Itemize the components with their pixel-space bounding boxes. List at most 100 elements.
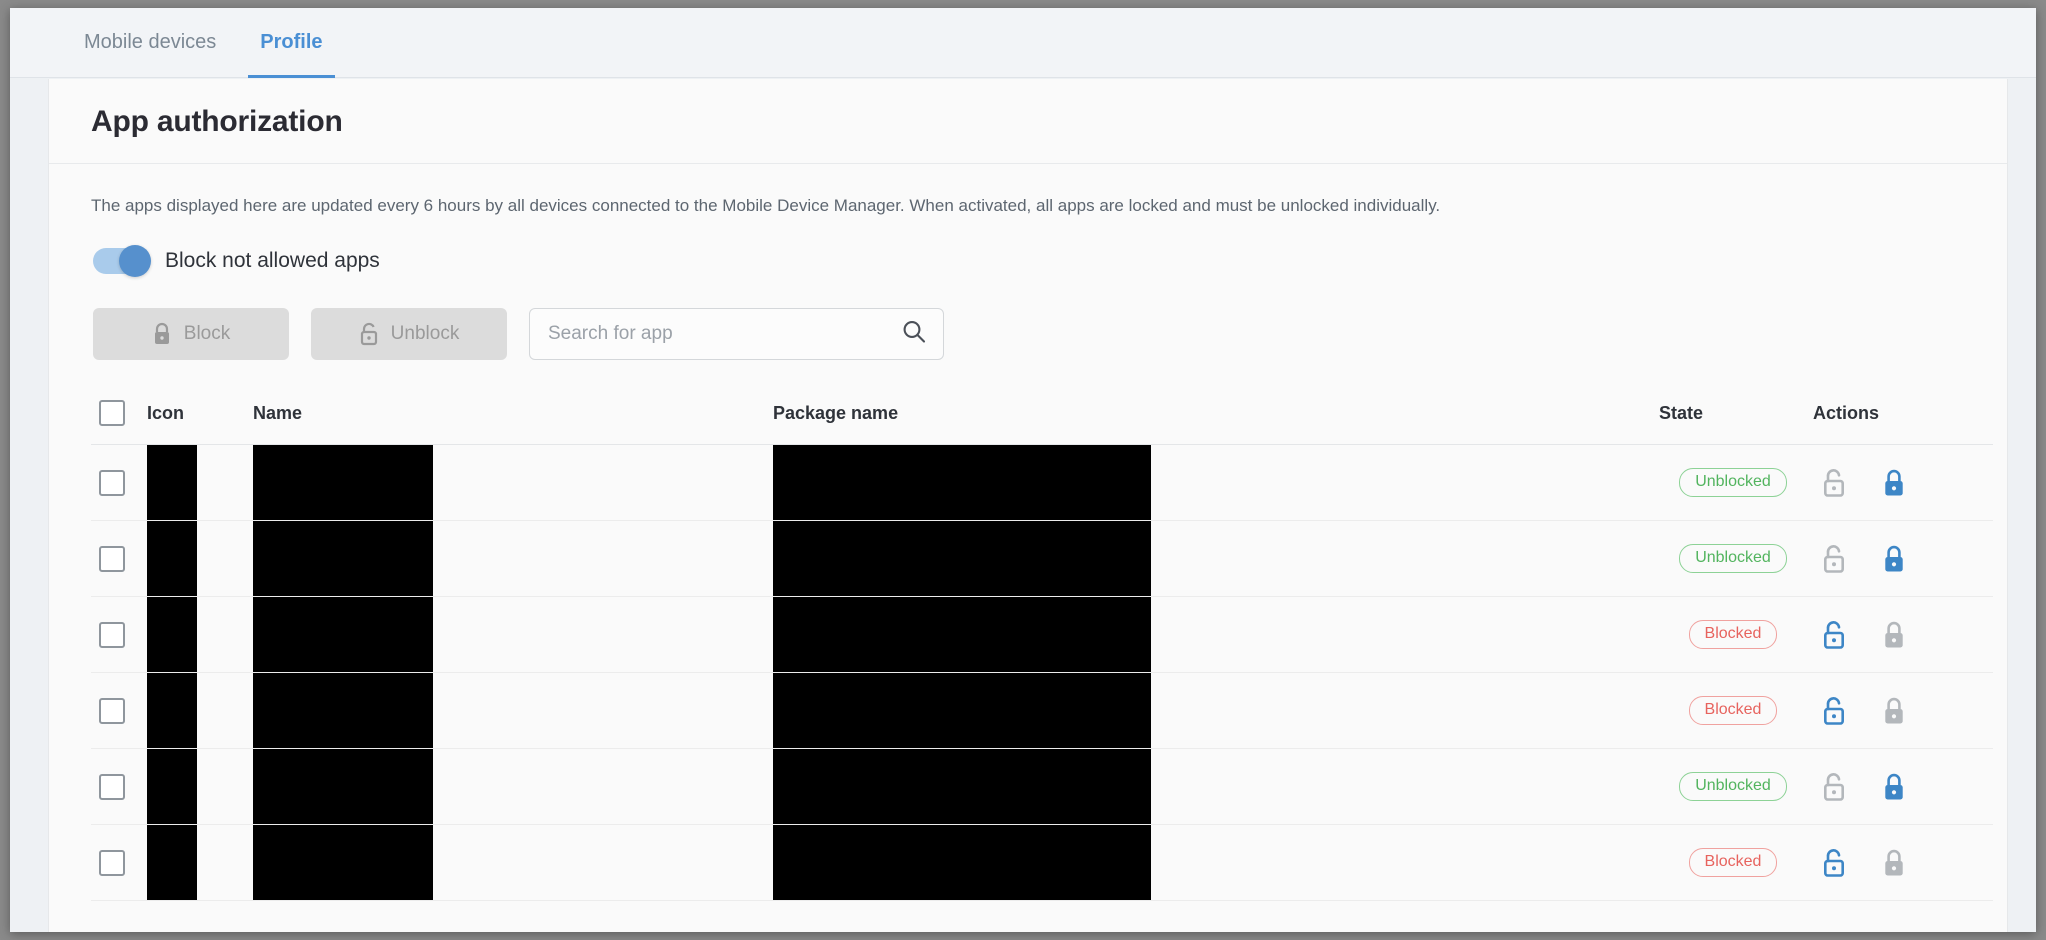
- row-checkbox[interactable]: [99, 697, 125, 724]
- lock-open-icon: [359, 322, 379, 346]
- tab-profile[interactable]: Profile: [238, 8, 344, 78]
- app-authorization-card: App authorization The apps displayed her…: [48, 79, 2008, 932]
- app-icon-cell: [147, 824, 253, 901]
- app-window: Mobile devices Profile App authorization…: [10, 8, 2036, 932]
- block-not-allowed-apps-row: Block not allowed apps: [91, 216, 1965, 277]
- tab-label: Profile: [260, 31, 323, 53]
- card-body: The apps displayed here are updated ever…: [49, 164, 2007, 901]
- app-package-redacted: [773, 445, 1151, 520]
- app-name-cell: [253, 596, 773, 673]
- lock-closed-icon: [152, 322, 172, 346]
- status-badge: Unblocked: [1679, 544, 1787, 573]
- toggle-knob: [119, 245, 151, 277]
- status-badge: Blocked: [1688, 620, 1778, 649]
- block-app-icon-button: [1881, 620, 1907, 650]
- app-icon-redacted: [147, 673, 197, 748]
- status-badge: Blocked: [1688, 848, 1778, 877]
- table-row[interactable]: Blocked: [91, 596, 1993, 673]
- row-checkbox[interactable]: [99, 545, 125, 572]
- unblock-app-icon-button: [1821, 468, 1847, 498]
- row-checkbox[interactable]: [99, 469, 125, 496]
- app-name-cell: [253, 444, 773, 521]
- app-state-cell: Unblocked: [1653, 520, 1813, 597]
- select-all-checkbox[interactable]: [99, 400, 125, 426]
- app-package-redacted: [773, 597, 1151, 672]
- column-header-icon: Icon: [147, 386, 253, 445]
- column-header-state: State: [1653, 386, 1813, 445]
- row-select-cell: [91, 444, 147, 521]
- table-row[interactable]: Unblocked: [91, 520, 1993, 597]
- row-select-cell: [91, 824, 147, 901]
- app-icon-cell: [147, 672, 253, 749]
- tab-mobile-devices[interactable]: Mobile devices: [62, 8, 238, 77]
- block-button-label: Block: [183, 323, 231, 344]
- app-actions-cell: [1813, 824, 1993, 901]
- card-header: App authorization: [49, 79, 2007, 164]
- search-icon[interactable]: [901, 319, 927, 350]
- app-name-cell: [253, 520, 773, 597]
- unblock-app-icon-button: [1821, 544, 1847, 574]
- app-name-cell: [253, 748, 773, 825]
- app-actions-cell: [1813, 672, 1993, 749]
- select-all-header: [91, 386, 147, 445]
- status-badge: Blocked: [1688, 696, 1778, 725]
- app-actions-cell: [1813, 596, 1993, 673]
- app-state-cell: Unblocked: [1653, 444, 1813, 521]
- page-description: The apps displayed here are updated ever…: [91, 196, 1441, 215]
- block-app-icon-button[interactable]: [1881, 468, 1907, 498]
- app-icon-redacted: [147, 749, 197, 824]
- table-row[interactable]: Blocked: [91, 672, 1993, 749]
- app-package-cell: [773, 748, 1653, 825]
- apps-table: Icon Name Package name State Actions Unb…: [91, 386, 1993, 901]
- app-package-redacted: [773, 673, 1151, 748]
- page-title: App authorization: [91, 105, 343, 138]
- app-icon-redacted: [147, 445, 197, 520]
- table-toolbar: Block Unblock: [91, 274, 1965, 360]
- row-select-cell: [91, 520, 147, 597]
- column-header-name: Name: [253, 386, 773, 445]
- block-not-allowed-apps-toggle[interactable]: [93, 245, 151, 277]
- search-input[interactable]: [530, 309, 943, 359]
- table-row[interactable]: Unblocked: [91, 444, 1993, 521]
- app-package-redacted: [773, 825, 1151, 900]
- block-app-icon-button: [1881, 696, 1907, 726]
- table-row[interactable]: Unblocked: [91, 748, 1993, 825]
- tab-bar: Mobile devices Profile: [10, 8, 2036, 78]
- status-badge: Unblocked: [1679, 772, 1787, 801]
- app-name-redacted: [253, 597, 433, 672]
- app-package-cell: [773, 672, 1653, 749]
- app-actions-cell: [1813, 444, 1993, 521]
- app-name-redacted: [253, 825, 433, 900]
- app-actions-cell: [1813, 748, 1993, 825]
- search-box: [529, 308, 944, 360]
- app-package-cell: [773, 596, 1653, 673]
- app-package-redacted: [773, 749, 1151, 824]
- app-package-cell: [773, 444, 1653, 521]
- apps-table-body: Unblocked Unblocked Blocked Blocked Unblocke…: [91, 444, 1993, 901]
- app-name-redacted: [253, 749, 433, 824]
- row-select-cell: [91, 596, 147, 673]
- unblock-app-icon-button[interactable]: [1821, 848, 1847, 878]
- row-checkbox[interactable]: [99, 773, 125, 800]
- row-checkbox[interactable]: [99, 621, 125, 648]
- app-name-redacted: [253, 673, 433, 748]
- app-state-cell: Unblocked: [1653, 748, 1813, 825]
- table-row[interactable]: Blocked: [91, 824, 1993, 901]
- app-state-cell: Blocked: [1653, 824, 1813, 901]
- toggle-label: Block not allowed apps: [165, 249, 380, 272]
- app-state-cell: Blocked: [1653, 672, 1813, 749]
- app-actions-cell: [1813, 520, 1993, 597]
- block-app-icon-button[interactable]: [1881, 544, 1907, 574]
- app-icon-cell: [147, 748, 253, 825]
- unblock-app-icon-button[interactable]: [1821, 696, 1847, 726]
- unblock-button[interactable]: Unblock: [311, 308, 507, 360]
- row-checkbox[interactable]: [99, 849, 125, 876]
- block-app-icon-button[interactable]: [1881, 772, 1907, 802]
- app-package-cell: [773, 520, 1653, 597]
- unblock-app-icon-button[interactable]: [1821, 620, 1847, 650]
- app-package-cell: [773, 824, 1653, 901]
- app-state-cell: Blocked: [1653, 596, 1813, 673]
- block-button[interactable]: Block: [93, 308, 289, 360]
- app-icon-redacted: [147, 597, 197, 672]
- app-name-cell: [253, 672, 773, 749]
